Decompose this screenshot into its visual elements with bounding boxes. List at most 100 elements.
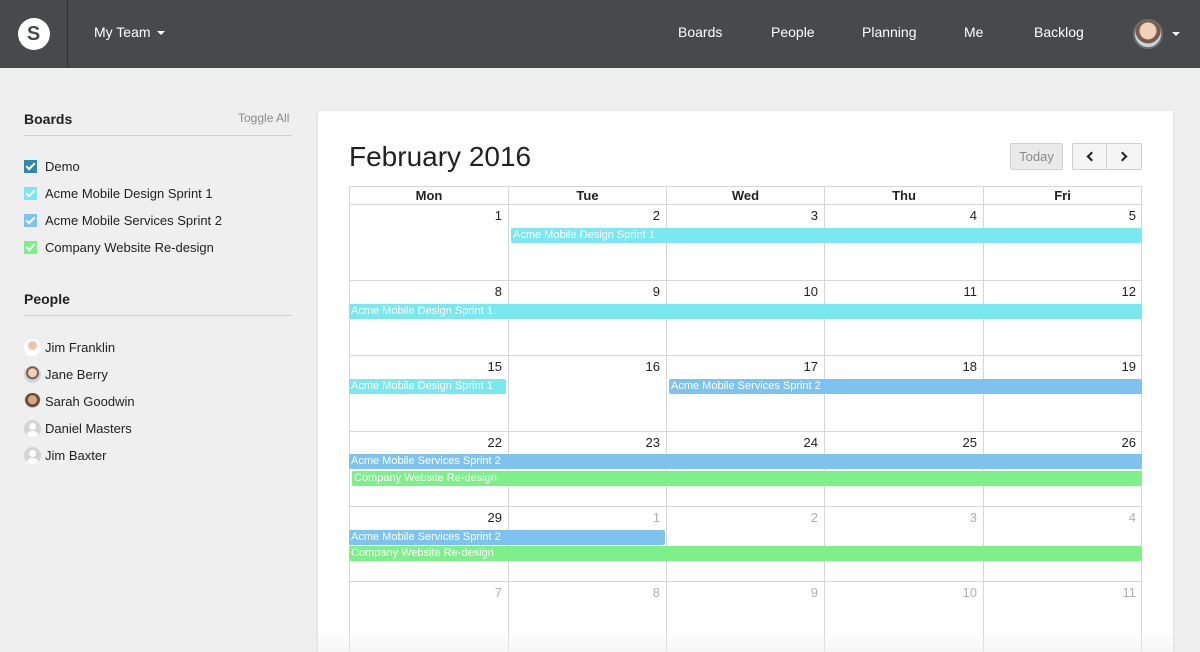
day-number: 1 xyxy=(652,510,660,525)
nav-backlog[interactable]: Backlog xyxy=(1034,24,1084,40)
day-cell[interactable]: 15 xyxy=(349,356,508,432)
checkbox-checked-icon[interactable] xyxy=(24,240,37,254)
day-number: 4 xyxy=(969,208,977,223)
calendar-grid: Mon Tue Wed Thu Fri 1 2 3 4 5 8 9 10 11 … xyxy=(349,186,1142,652)
default-avatar-icon xyxy=(24,419,41,437)
weekday-header-tue: Tue xyxy=(508,186,666,205)
day-cell-next-month[interactable]: 11 xyxy=(983,582,1142,652)
event-services-sprint[interactable]: Acme Mobile Services Sprint 2 xyxy=(349,454,1142,469)
person-jane-berry[interactable]: Jane Berry xyxy=(24,365,108,383)
nav-boards[interactable]: Boards xyxy=(678,24,722,40)
event-design-sprint[interactable]: Acme Mobile Design Sprint 1 xyxy=(511,228,1142,243)
day-number: 23 xyxy=(645,435,660,450)
day-number: 15 xyxy=(487,359,502,374)
event-design-sprint[interactable]: Acme Mobile Design Sprint 1 xyxy=(349,379,506,394)
day-number: 8 xyxy=(494,284,502,299)
boards-heading: Boards xyxy=(24,111,73,127)
day-cell[interactable]: 16 xyxy=(508,356,666,432)
day-cell-next-month[interactable]: 2 xyxy=(666,507,824,582)
day-number: 11 xyxy=(963,284,978,299)
nav-planning[interactable]: Planning xyxy=(862,24,917,40)
person-jim-franklin[interactable]: Jim Franklin xyxy=(24,338,115,356)
day-cell[interactable]: 5 xyxy=(983,205,1142,281)
caret-down-icon xyxy=(156,31,165,36)
user-menu-caret-icon[interactable] xyxy=(1172,32,1180,36)
person-name: Jim Franklin xyxy=(45,339,116,355)
day-cell-next-month[interactable]: 4 xyxy=(983,507,1142,582)
checkbox-checked-icon[interactable] xyxy=(24,186,37,200)
board-filter-website-redesign[interactable]: Company Website Re-design xyxy=(24,239,214,255)
day-cell[interactable]: 23 xyxy=(508,432,666,507)
logo-area[interactable]: S xyxy=(0,0,68,68)
person-daniel-masters[interactable]: Daniel Masters xyxy=(24,419,132,437)
person-sarah-goodwin[interactable]: Sarah Goodwin xyxy=(24,392,135,410)
person-jim-baxter[interactable]: Jim Baxter xyxy=(24,446,106,464)
day-number: 8 xyxy=(652,585,660,600)
prev-month-button[interactable] xyxy=(1072,143,1107,170)
board-filter-design-sprint[interactable]: Acme Mobile Design Sprint 1 xyxy=(24,185,213,201)
day-number: 9 xyxy=(652,284,660,299)
day-cell[interactable]: 3 xyxy=(666,205,824,281)
person-name: Jim Baxter xyxy=(45,447,107,463)
day-number: 22 xyxy=(487,435,502,450)
day-cell[interactable]: 1 xyxy=(349,205,508,281)
day-cell[interactable]: 2 xyxy=(508,205,666,281)
day-cell-next-month[interactable]: 10 xyxy=(824,582,983,652)
user-avatar[interactable] xyxy=(1133,19,1163,49)
top-navbar: S My Team Boards People Planning Me Back… xyxy=(0,0,1200,68)
person-avatar xyxy=(24,365,41,383)
chevron-right-icon xyxy=(1117,151,1128,162)
day-number: 11 xyxy=(1122,585,1137,600)
day-number: 10 xyxy=(803,284,818,299)
board-filter-services-sprint[interactable]: Acme Mobile Services Sprint 2 xyxy=(24,212,222,228)
board-label: Acme Mobile Services Sprint 2 xyxy=(45,212,223,228)
day-number: 18 xyxy=(962,359,977,374)
boards-divider xyxy=(24,135,292,136)
calendar-title: February 2016 xyxy=(349,141,532,172)
day-number: 24 xyxy=(803,435,818,450)
board-label: Company Website Re-design xyxy=(45,239,214,255)
day-cell-next-month[interactable]: 8 xyxy=(508,582,666,652)
event-website-redesign[interactable]: Company Website Re-design xyxy=(352,471,1142,486)
toggle-all-link[interactable]: Toggle All xyxy=(238,111,289,125)
default-avatar-icon xyxy=(24,446,41,464)
event-services-sprint[interactable]: Acme Mobile Services Sprint 2 xyxy=(669,379,1142,394)
event-design-sprint[interactable]: Acme Mobile Design Sprint 1 xyxy=(349,304,1142,319)
weekday-header-fri: Fri xyxy=(983,186,1142,205)
day-number: 17 xyxy=(803,359,818,374)
board-filter-demo[interactable]: Demo xyxy=(24,158,80,174)
day-cell[interactable]: 4 xyxy=(824,205,983,281)
person-name: Sarah Goodwin xyxy=(45,393,135,409)
day-cell[interactable]: 26 xyxy=(983,432,1142,507)
event-services-sprint[interactable]: Acme Mobile Services Sprint 2 xyxy=(349,530,665,545)
day-cell-next-month[interactable]: 7 xyxy=(349,582,508,652)
today-button[interactable]: Today xyxy=(1010,143,1063,170)
day-number: 25 xyxy=(962,435,977,450)
checkbox-checked-icon[interactable] xyxy=(24,213,37,227)
app-logo[interactable]: S xyxy=(17,18,50,50)
day-number: 2 xyxy=(652,208,660,223)
day-number: 29 xyxy=(487,510,502,525)
people-divider xyxy=(24,315,292,316)
team-dropdown[interactable]: My Team xyxy=(94,24,165,40)
day-cell[interactable]: 18 xyxy=(824,356,983,432)
day-cell[interactable]: 17 xyxy=(666,356,824,432)
day-number: 12 xyxy=(1121,284,1136,299)
day-cell[interactable]: 25 xyxy=(824,432,983,507)
day-cell[interactable]: 24 xyxy=(666,432,824,507)
checkbox-checked-icon[interactable] xyxy=(24,159,37,173)
day-number: 10 xyxy=(962,585,977,600)
weekday-header-wed: Wed xyxy=(666,186,824,205)
day-cell[interactable]: 19 xyxy=(983,356,1142,432)
day-number: 26 xyxy=(1121,435,1136,450)
day-cell[interactable]: 22 xyxy=(349,432,508,507)
person-avatar xyxy=(24,338,41,356)
day-cell-next-month[interactable]: 9 xyxy=(666,582,824,652)
event-website-redesign[interactable]: Company Website Re-design xyxy=(349,546,1142,561)
day-number: 2 xyxy=(810,510,818,525)
nav-me[interactable]: Me xyxy=(964,24,983,40)
day-cell-next-month[interactable]: 3 xyxy=(824,507,983,582)
person-name: Daniel Masters xyxy=(45,420,132,436)
nav-people[interactable]: People xyxy=(771,24,815,40)
next-month-button[interactable] xyxy=(1107,143,1142,170)
